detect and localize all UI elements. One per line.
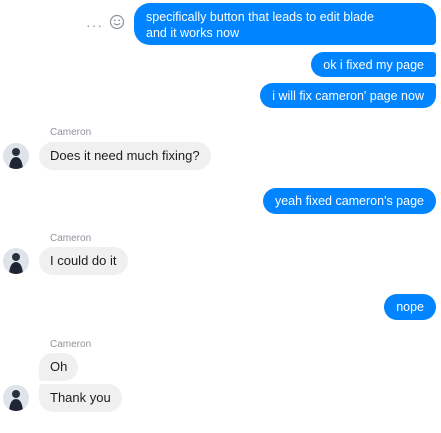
incoming-message[interactable]: Oh — [39, 353, 79, 381]
smiley-face-icon[interactable] — [109, 14, 125, 35]
sender-name: Cameron — [50, 339, 92, 350]
more-options-button[interactable]: ··· — [86, 18, 103, 32]
profile-photo-icon — [3, 385, 29, 411]
outgoing-message[interactable]: nope — [384, 294, 436, 320]
outgoing-message[interactable]: i will fix cameron' page now — [260, 83, 436, 108]
sender-name: Cameron — [50, 233, 92, 244]
incoming-message[interactable]: Thank you — [39, 384, 122, 412]
message-text: and it works now — [146, 26, 240, 40]
outgoing-message[interactable]: specifically button that leads to edit b… — [134, 3, 436, 45]
sender-name: Cameron — [50, 127, 92, 138]
avatar[interactable] — [3, 248, 29, 274]
outgoing-message[interactable]: yeah fixed cameron's page — [262, 188, 436, 214]
outgoing-message[interactable]: ok i fixed my page — [311, 52, 436, 77]
incoming-message[interactable]: Does it need much fixing? — [39, 142, 211, 170]
profile-photo-icon — [3, 143, 29, 169]
message-hover-tools: ··· — [86, 14, 125, 35]
avatar[interactable] — [3, 143, 29, 169]
message-text: specifically button that leads to edit b… — [146, 10, 374, 24]
profile-photo-icon — [3, 248, 29, 274]
avatar[interactable] — [3, 385, 29, 411]
incoming-message[interactable]: I could do it — [39, 247, 128, 275]
